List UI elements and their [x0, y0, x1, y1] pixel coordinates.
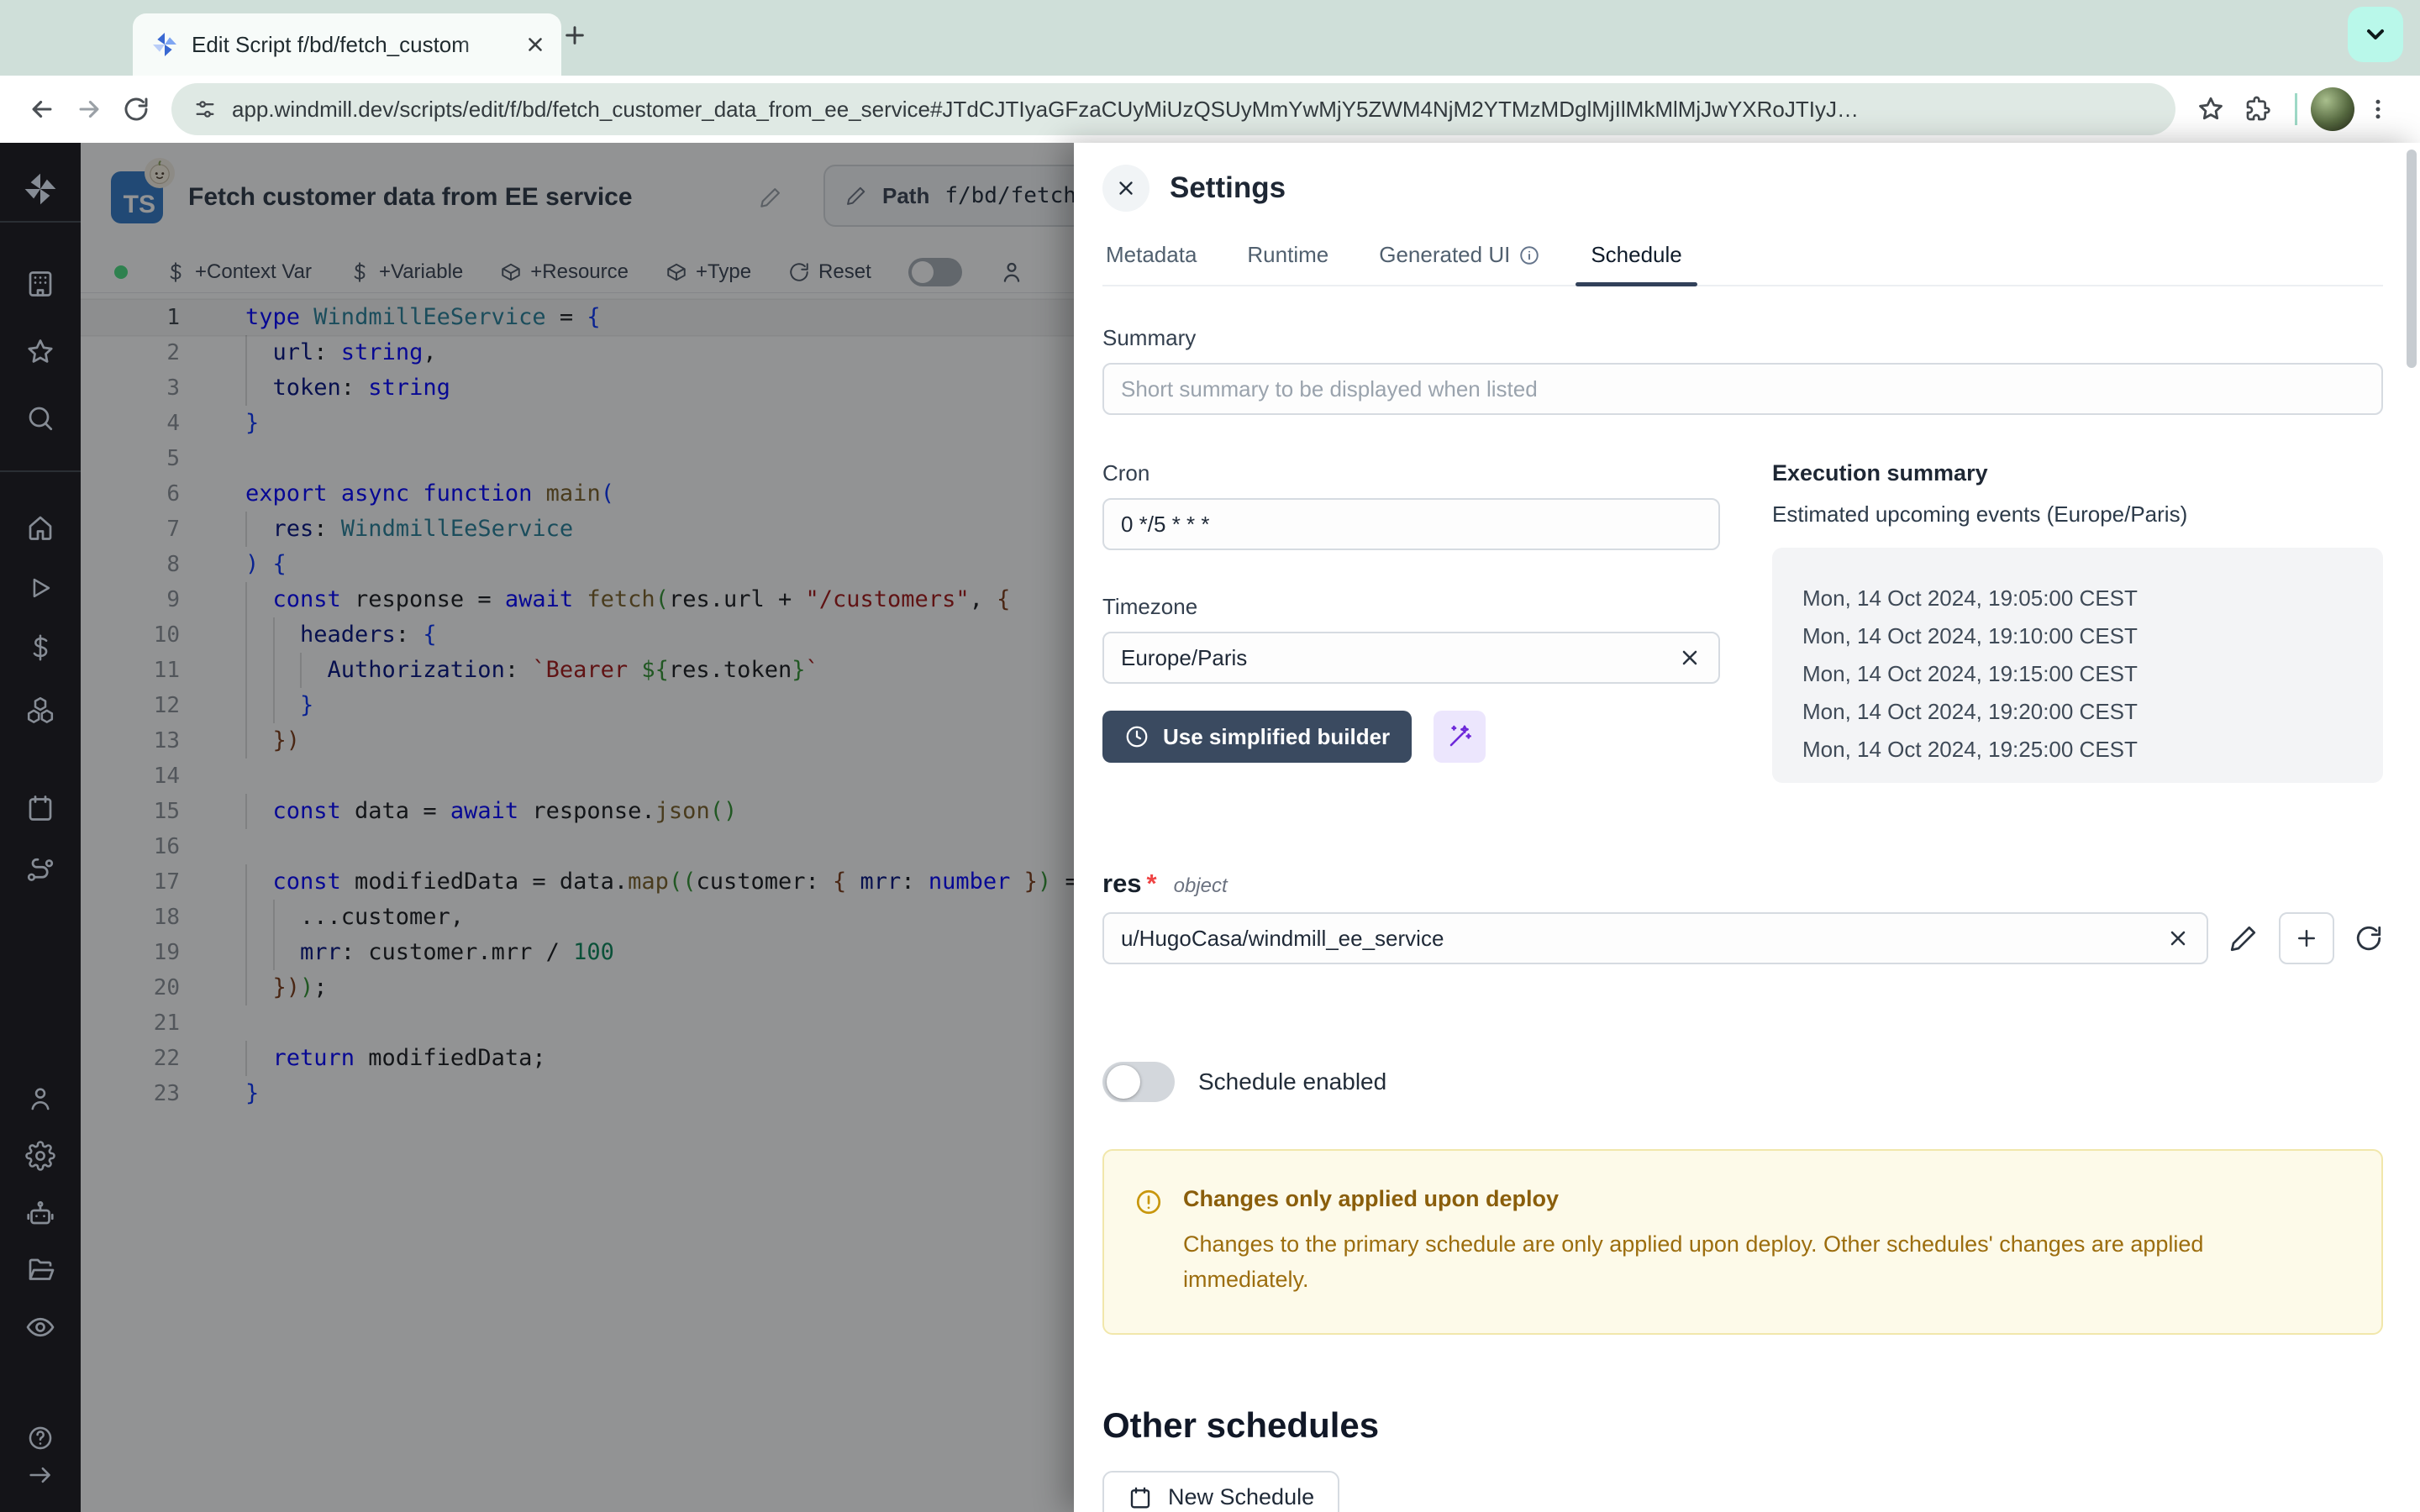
arg-required-mark: *: [1147, 869, 1157, 899]
timezone-input[interactable]: Europe/Paris: [1102, 632, 1720, 684]
timezone-label: Timezone: [1102, 594, 1720, 620]
bookmark-star-icon[interactable]: [2187, 95, 2234, 123]
cron-input[interactable]: 0 */5 * * *: [1102, 498, 1720, 550]
sidebar-item-workspace[interactable]: [25, 269, 55, 299]
sidebar-item-settings-gear-icon[interactable]: [25, 1141, 55, 1171]
tab-close-icon[interactable]: [524, 34, 546, 55]
screen: Edit Script f/bd/fetch_custom: [0, 0, 2420, 1512]
forward-button[interactable]: [66, 95, 113, 123]
warning-alert-icon: [1134, 1188, 1163, 1298]
schedule-event: Mon, 14 Oct 2024, 19:20:00 CEST: [1802, 693, 2353, 731]
schedule-args-section: res * object u/HugoCasa/windmill_ee_serv…: [1102, 869, 2383, 964]
other-schedules-section: Other schedules New Schedule No other sc…: [1102, 1405, 2383, 1512]
windmill-logo-icon[interactable]: [23, 171, 58, 207]
schedule-event: Mon, 14 Oct 2024, 19:10:00 CEST: [1802, 617, 2353, 655]
sidebar-collapse-arrow-icon[interactable]: [26, 1461, 55, 1489]
magic-wand-icon: [1446, 723, 1473, 750]
settings-panel: Settings Metadata Runtime Generated UI S…: [1074, 143, 2420, 1512]
browser-tab[interactable]: Edit Script f/bd/fetch_custom: [133, 13, 561, 76]
clock-icon: [1124, 724, 1150, 749]
sidebar-help-icon[interactable]: [26, 1424, 55, 1452]
toolbar-separator: [2295, 93, 2297, 125]
execution-summary-subtitle: Estimated upcoming events (Europe/Paris): [1772, 501, 2383, 528]
calendar-icon: [1128, 1485, 1153, 1510]
url-bar[interactable]: app.windmill.dev/scripts/edit/f/bd/fetch…: [171, 83, 2175, 135]
settings-header: Settings: [1102, 165, 2383, 212]
windmill-favicon-icon: [151, 31, 178, 58]
sidebar-item-robot-icon[interactable]: [25, 1198, 55, 1228]
new-schedule-label: New Schedule: [1168, 1484, 1314, 1510]
execution-summary-title: Execution summary: [1772, 460, 2383, 486]
sidebar-item-favorites-star-icon[interactable]: [25, 337, 55, 367]
sidebar-divider: [0, 221, 81, 223]
browser-toolbar: app.windmill.dev/scripts/edit/f/bd/fetch…: [0, 76, 2420, 143]
sidebar-divider: [0, 470, 81, 472]
events-list: Mon, 14 Oct 2024, 19:05:00 CESTMon, 14 O…: [1772, 548, 2383, 783]
sidebar-item-runs-icon[interactable]: [26, 574, 55, 602]
sidebar-item-flows-icon[interactable]: [25, 855, 55, 885]
new-schedule-button[interactable]: New Schedule: [1102, 1471, 1339, 1512]
sidebar-item-home-icon[interactable]: [25, 512, 55, 543]
reload-button[interactable]: [113, 96, 160, 123]
close-settings-button[interactable]: [1102, 165, 1150, 212]
sidebar-item-folders-icon[interactable]: [25, 1255, 55, 1285]
info-icon: [1518, 244, 1540, 266]
schedule-event: Mon, 14 Oct 2024, 19:15:00 CEST: [1802, 655, 2353, 693]
sidebar-item-search-icon[interactable]: [25, 403, 55, 433]
arg-type: object: [1174, 874, 1228, 898]
tab-generated-ui-label: Generated UI: [1379, 242, 1510, 268]
schedule-event: Mon, 14 Oct 2024, 19:05:00 CEST: [1802, 580, 2353, 617]
cron-label: Cron: [1102, 460, 1720, 486]
summary-placeholder: Short summary to be displayed when liste…: [1121, 376, 1538, 402]
timezone-clear-icon[interactable]: [1678, 646, 1702, 669]
schedule-enabled-label: Schedule enabled: [1198, 1068, 1386, 1095]
other-schedules-heading: Other schedules: [1102, 1405, 2383, 1446]
warning-body: Changes to the primary schedule are only…: [1183, 1227, 2309, 1298]
sidebar-item-variables-icon[interactable]: [26, 633, 55, 662]
sidebar-item-audit-eye-icon[interactable]: [25, 1312, 55, 1342]
schedule-enabled-toggle[interactable]: [1102, 1062, 1175, 1102]
summary-label: Summary: [1102, 325, 2383, 351]
sidebar-item-schedules-icon[interactable]: [25, 793, 55, 823]
simplified-builder-button[interactable]: Use simplified builder: [1102, 711, 1412, 763]
refresh-resource-button[interactable]: [2354, 924, 2383, 953]
browser-chrome: Edit Script f/bd/fetch_custom: [0, 0, 2420, 143]
panel-scrollbar[interactable]: [2407, 150, 2417, 368]
new-tab-button[interactable]: [561, 22, 588, 49]
timezone-value: Europe/Paris: [1121, 645, 1247, 671]
settings-tabs: Metadata Runtime Generated UI Schedule: [1102, 232, 2383, 286]
cron-value: 0 */5 * * *: [1121, 512, 1210, 538]
tab-generated-ui[interactable]: Generated UI: [1376, 232, 1544, 285]
schedule-event: Mon, 14 Oct 2024, 19:25:00 CEST: [1802, 731, 2353, 769]
edit-resource-pencil-button[interactable]: [2228, 923, 2259, 953]
sidebar-item-resources-icon[interactable]: [25, 695, 55, 725]
warning-title: Changes only applied upon deploy: [1183, 1186, 2309, 1212]
tab-title-fade: [457, 32, 516, 58]
back-button[interactable]: [18, 95, 66, 123]
resource-input[interactable]: u/HugoCasa/windmill_ee_service: [1102, 912, 2208, 964]
sidebar-item-user-icon[interactable]: [26, 1084, 55, 1113]
url-text[interactable]: app.windmill.dev/scripts/edit/f/bd/fetch…: [232, 97, 2154, 123]
app-sidebar: [0, 143, 81, 1512]
tab-runtime[interactable]: Runtime: [1244, 232, 1332, 285]
summary-input[interactable]: Short summary to be displayed when liste…: [1102, 363, 2383, 415]
tab-metadata[interactable]: Metadata: [1102, 232, 1200, 285]
resource-clear-icon[interactable]: [2166, 927, 2190, 950]
browser-menu-icon[interactable]: [2354, 97, 2402, 122]
tab-title: Edit Script f/bd/fetch_custom: [192, 32, 516, 58]
tab-search-chevron-button[interactable]: [2348, 7, 2403, 62]
tab-strip: Edit Script f/bd/fetch_custom: [0, 0, 2420, 76]
ai-wand-button[interactable]: [1434, 711, 1486, 763]
resource-value: u/HugoCasa/windmill_ee_service: [1121, 926, 1444, 952]
add-resource-plus-button[interactable]: [2279, 912, 2334, 964]
simplified-builder-label: Use simplified builder: [1163, 724, 1390, 750]
profile-avatar[interactable]: [2311, 87, 2354, 131]
arg-name: res: [1102, 869, 1142, 899]
extensions-puzzle-icon[interactable]: [2234, 96, 2281, 123]
settings-title: Settings: [1170, 171, 1286, 205]
deploy-warning-banner: Changes only applied upon deploy Changes…: [1102, 1149, 2383, 1335]
execution-summary: Execution summary Estimated upcoming eve…: [1772, 460, 2383, 783]
site-settings-icon[interactable]: [193, 97, 217, 121]
tab-schedule[interactable]: Schedule: [1587, 232, 1685, 285]
